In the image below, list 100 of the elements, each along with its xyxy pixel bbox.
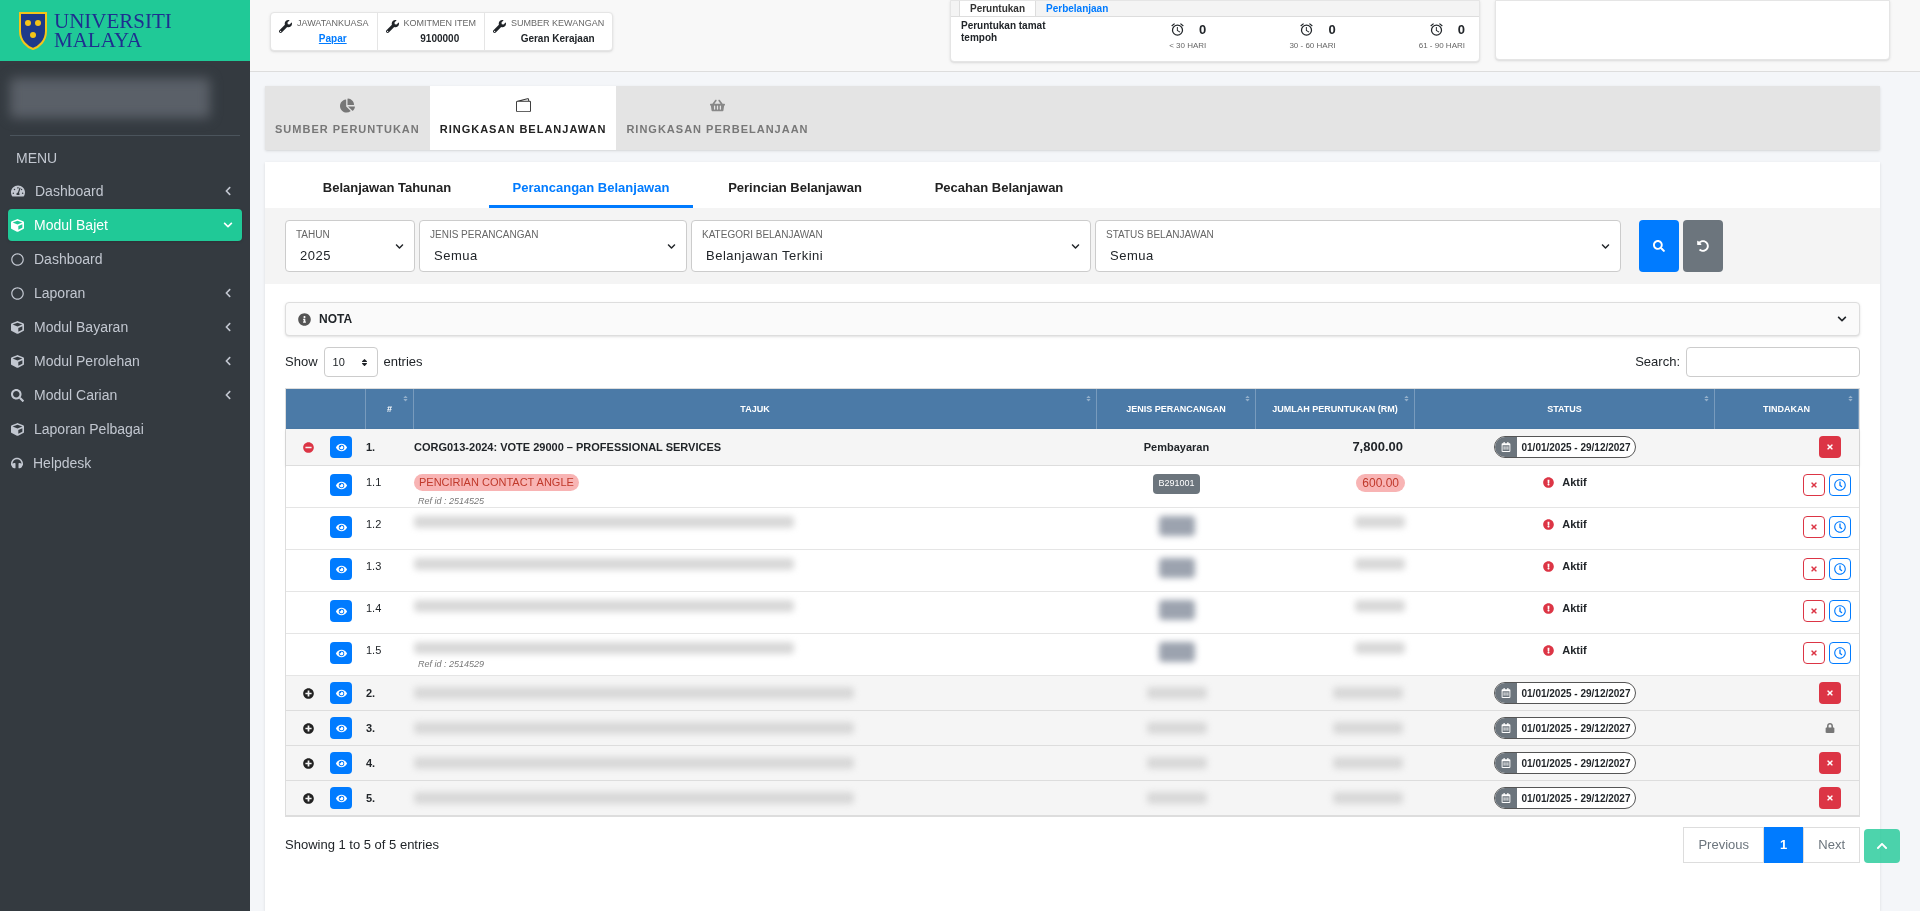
search-icon	[1653, 240, 1665, 252]
info-label: SUMBER KEWANGAN	[511, 17, 605, 30]
cube-icon	[11, 422, 24, 436]
close-icon	[1810, 607, 1818, 615]
sub-tab[interactable]: Belanjawan Tahunan	[285, 178, 489, 208]
delete-button[interactable]	[1819, 752, 1841, 774]
eye-icon	[335, 792, 347, 804]
clock-icon	[1834, 605, 1846, 617]
remove-button[interactable]	[1803, 600, 1825, 622]
sidebar-item[interactable]: Laporan	[8, 277, 242, 309]
nota-accordion[interactable]: NOTA	[285, 302, 1860, 336]
headset-icon	[11, 457, 23, 469]
card-tab[interactable]: Perbelanjaan	[1036, 1, 1119, 16]
sub-tab[interactable]: Perincian Belanjawan	[693, 178, 897, 208]
calendar-icon	[1500, 723, 1511, 733]
sidebar-item[interactable]: Modul Bayaran	[8, 311, 242, 343]
history-button[interactable]	[1829, 474, 1851, 496]
view-button[interactable]	[330, 600, 352, 622]
view-button[interactable]	[330, 752, 352, 774]
view-button[interactable]	[330, 474, 352, 496]
eye-icon	[335, 479, 347, 491]
delete-button[interactable]	[1819, 436, 1841, 458]
view-button[interactable]	[330, 682, 352, 704]
select-field[interactable]: TAHUN 2025	[285, 220, 415, 272]
entries-summary: Showing 1 to 5 of 5 entries	[285, 836, 439, 855]
alert-icon	[1543, 602, 1555, 614]
wrench-icon	[279, 20, 292, 33]
sidebar-item[interactable]: Dashboard	[8, 175, 242, 207]
cube-icon	[11, 218, 24, 232]
view-button[interactable]	[330, 436, 352, 458]
reset-icon	[1697, 240, 1709, 252]
row-number: 1.4	[366, 601, 383, 616]
sort-icon	[402, 395, 409, 402]
counter-label: < 30 HARI	[1169, 39, 1207, 52]
view-button[interactable]	[330, 516, 352, 538]
main-tab[interactable]: SUMBER PERUNTUKAN	[265, 86, 430, 150]
pagination-button[interactable]: Next	[1803, 827, 1860, 863]
history-button[interactable]	[1829, 558, 1851, 580]
alert-icon	[1543, 560, 1555, 572]
row-number: 1.	[366, 439, 377, 455]
status-text: Aktif	[1562, 559, 1587, 574]
view-button[interactable]	[330, 642, 352, 664]
calendar-icon	[1500, 688, 1511, 698]
view-button[interactable]	[330, 787, 352, 809]
select-field[interactable]: KATEGORI BELANJAWAN Belanjawan Terkini	[691, 220, 1091, 272]
item-title: PENCIRIAN CONTACT ANGLE	[414, 474, 579, 491]
blurred-text	[1355, 516, 1405, 528]
eye-icon	[335, 722, 347, 734]
sidebar-item[interactable]: Laporan Pelbagai	[8, 413, 242, 445]
view-button[interactable]	[330, 558, 352, 580]
chevron-left-icon	[223, 356, 233, 366]
sidebar-item[interactable]: Modul Carian	[8, 379, 242, 411]
entries-label: entries	[383, 353, 423, 372]
row-number: 4.	[366, 755, 377, 771]
chevron-down-icon	[1601, 241, 1610, 251]
expand-icon[interactable]	[302, 792, 314, 804]
remove-button[interactable]	[1803, 642, 1825, 664]
card-tab[interactable]: Peruntukan	[959, 1, 1036, 16]
collapse-icon[interactable]	[302, 441, 314, 453]
history-button[interactable]	[1829, 516, 1851, 538]
sidebar-item[interactable]: Dashboard	[8, 243, 242, 275]
entries-select[interactable]: 10	[323, 347, 378, 377]
sidebar-item[interactable]: Modul Perolehan	[8, 345, 242, 377]
select-field[interactable]: STATUS BELANJAWAN Semua	[1095, 220, 1621, 272]
reset-button[interactable]	[1683, 220, 1723, 272]
period-badge: 01/01/2025 - 29/12/2027	[1493, 717, 1637, 739]
expand-icon[interactable]	[302, 757, 314, 769]
eye-icon	[335, 441, 347, 453]
remove-button[interactable]	[1803, 516, 1825, 538]
select-field[interactable]: JENIS PERANCANGAN Semua	[419, 220, 687, 272]
period-badge: 01/01/2025 - 29/12/2027	[1493, 436, 1637, 458]
sort-icon	[1847, 395, 1854, 402]
history-button[interactable]	[1829, 642, 1851, 664]
clock-icon	[1834, 563, 1846, 575]
remove-button[interactable]	[1803, 558, 1825, 580]
sidebar-item[interactable]: Helpdesk	[8, 447, 242, 479]
info-label: JAWATANKUASA	[297, 17, 369, 30]
delete-button[interactable]	[1819, 682, 1841, 704]
expand-icon[interactable]	[302, 722, 314, 734]
remove-button[interactable]	[1803, 474, 1825, 496]
chevron-left-icon	[223, 322, 233, 332]
info-link[interactable]: Papar	[318, 30, 347, 46]
main-tab[interactable]: RINGKASAN PERBELANJAAN	[616, 86, 819, 150]
search-label: Search:	[1635, 353, 1680, 372]
row-number: 1.2	[366, 517, 383, 532]
history-button[interactable]	[1829, 600, 1851, 622]
blurred-text	[1146, 722, 1207, 734]
page-button[interactable]: 1	[1764, 827, 1804, 863]
status-text: Aktif	[1562, 475, 1587, 490]
view-button[interactable]	[330, 717, 352, 739]
search-button[interactable]	[1639, 220, 1679, 272]
main-tab[interactable]: RINGKASAN BELANJAWAN	[429, 86, 617, 150]
expand-icon[interactable]	[302, 687, 314, 699]
search-field[interactable]	[1686, 347, 1860, 377]
chevron-down-icon	[1071, 241, 1080, 251]
eye-icon	[335, 757, 347, 769]
delete-button[interactable]	[1819, 787, 1841, 809]
pagination-button[interactable]: Previous	[1683, 827, 1765, 863]
gauge-icon	[11, 184, 25, 198]
sub-tab[interactable]: Pecahan Belanjawan	[897, 178, 1101, 208]
